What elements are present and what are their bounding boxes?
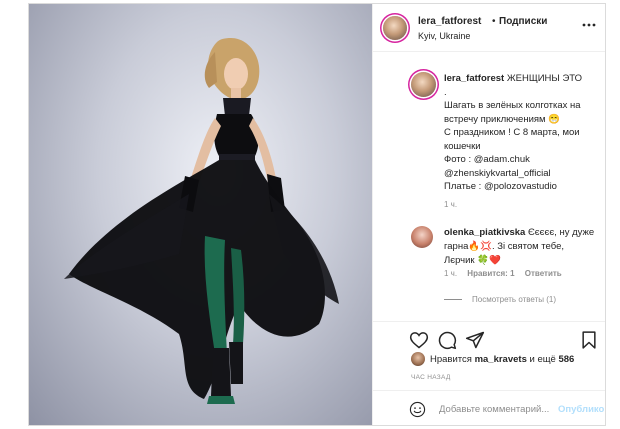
caption-mention[interactable]: @zhenskiykvartal_official [444, 167, 604, 181]
liker-username[interactable]: ma_kravets [475, 354, 527, 365]
post-location[interactable]: Kyiv, Ukraine [418, 31, 470, 41]
post-caption: lera_fatforest ЖЕНЩИНЫ ЭТО . Шагать в зе… [444, 72, 604, 194]
author-username[interactable]: lera_fatforest [418, 16, 481, 27]
caption-mention-dress: Платье : @polozovastudio [444, 181, 557, 192]
header-separator: • [492, 16, 496, 27]
view-replies-divider [444, 299, 462, 301]
caption-mention-photo: Фото : @adam.chuk [444, 154, 530, 165]
post-photo[interactable] [29, 4, 372, 425]
likes-count[interactable]: 586 [558, 354, 574, 365]
share-icon[interactable] [465, 330, 485, 350]
more-horizontal-icon[interactable] [582, 18, 596, 32]
comment-like-heart-icon[interactable] [605, 230, 606, 240]
caption-author-avatar[interactable] [411, 72, 436, 97]
likes-prefix: Нравится [430, 354, 472, 365]
model-illustration [64, 38, 339, 404]
emoji-smile-icon[interactable] [409, 401, 426, 418]
liker-avatar[interactable] [411, 352, 425, 366]
post-timestamp[interactable]: ЧАС НАЗАД [411, 374, 451, 381]
caption-timestamp[interactable]: 1 ч. [444, 200, 457, 209]
likes-text[interactable]: Нравится ma_kravets и ещё 586 [430, 354, 574, 365]
view-replies-label: Посмотреть ответы (1) [472, 295, 557, 304]
caption-line: Шагать в зелёных колготках на [444, 100, 581, 111]
comment-timestamp[interactable]: 1 ч. [444, 269, 457, 278]
comment-text: Лєрчик 🍀❤️ [444, 255, 501, 266]
comment-text: Єєєєє, ну дуже [527, 227, 595, 238]
commenter-avatar[interactable] [411, 226, 433, 248]
likes-suffix: и ещё [529, 354, 556, 365]
comment-icon[interactable] [437, 330, 457, 350]
bookmark-icon[interactable] [579, 330, 599, 350]
post-header: lera_fatforest • Подписки Kyiv, Ukraine [373, 4, 605, 52]
add-comment-bar: Опубликовать [373, 390, 605, 425]
likes-summary: Нравится ma_kravets и ещё 586 [373, 349, 605, 369]
caption-line: . [444, 86, 447, 98]
post-side-panel: lera_fatforest • Подписки Kyiv, Ukraine … [372, 4, 605, 425]
comment-meta: 1 ч. Нравится: 1 Ответить [444, 269, 570, 278]
comments-section: lera_fatforest ЖЕНЩИНЫ ЭТО . Шагать в зе… [373, 53, 606, 321]
caption-username[interactable]: lera_fatforest [444, 73, 504, 84]
comment-item: olenka_piatkivska Єєєєє, ну дуже гарна🔥💢… [444, 226, 594, 268]
caption-line: кошечки [444, 140, 481, 152]
comment-reply-button[interactable]: Ответить [525, 269, 562, 278]
caption-line: встречу приключениям 😁 [444, 113, 561, 125]
following-button[interactable]: Подписки [499, 16, 547, 27]
heart-icon[interactable] [409, 330, 429, 350]
comment-input[interactable] [439, 400, 564, 418]
caption-line: ЖЕНЩИНЫ ЭТО [506, 73, 583, 84]
author-avatar[interactable] [383, 16, 407, 40]
commenter-username[interactable]: olenka_piatkivska [444, 227, 525, 238]
view-replies-button[interactable]: Посмотреть ответы (1) [444, 295, 556, 304]
comment-likes-count[interactable]: Нравится: 1 [467, 269, 514, 278]
post-card: lera_fatforest • Подписки Kyiv, Ukraine … [28, 3, 606, 426]
caption-line: С праздником ! С 8 марта, мои [444, 127, 580, 138]
publish-comment-button[interactable]: Опубликовать [558, 404, 605, 415]
comment-text: гарна🔥💢. Зі святом тебе, [444, 241, 564, 252]
